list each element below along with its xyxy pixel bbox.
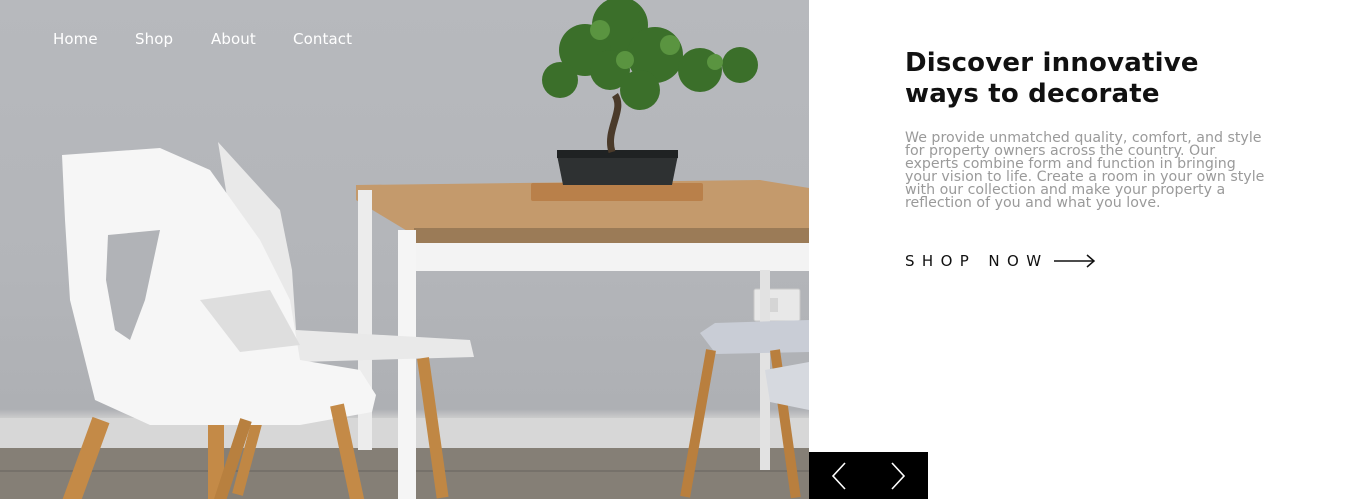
furniture-illustration — [0, 0, 809, 499]
slider-next-button[interactable] — [869, 452, 929, 499]
shop-now-button[interactable]: SHOP NOW — [905, 252, 1096, 270]
nav-link-home[interactable]: Home — [53, 30, 135, 48]
hero-title-line-2: ways to decorate — [905, 79, 1160, 109]
hero-title-line-1: Discover innovative — [905, 48, 1199, 78]
nav-link-about[interactable]: About — [211, 30, 293, 48]
chevron-right-icon — [891, 461, 906, 490]
main-nav: Home Shop About Contact — [53, 30, 352, 48]
hero-title: Discover innovative ways to decorate — [905, 48, 1265, 110]
hero-description: We provide unmatched quality, comfort, a… — [905, 131, 1264, 211]
chevron-left-icon — [831, 461, 846, 490]
hero-image: Home Shop About Contact — [0, 0, 809, 499]
nav-link-contact[interactable]: Contact — [293, 30, 352, 48]
hero-content: Discover innovative ways to decorate We … — [905, 48, 1265, 224]
slider-prev-button[interactable] — [809, 452, 869, 499]
description-line: reflection of you and what you love. — [905, 195, 1161, 211]
nav-link-shop[interactable]: Shop — [135, 30, 211, 48]
slider-controls — [809, 452, 928, 499]
shop-now-label: SHOP NOW — [905, 252, 1049, 270]
arrow-right-icon — [1054, 254, 1096, 268]
